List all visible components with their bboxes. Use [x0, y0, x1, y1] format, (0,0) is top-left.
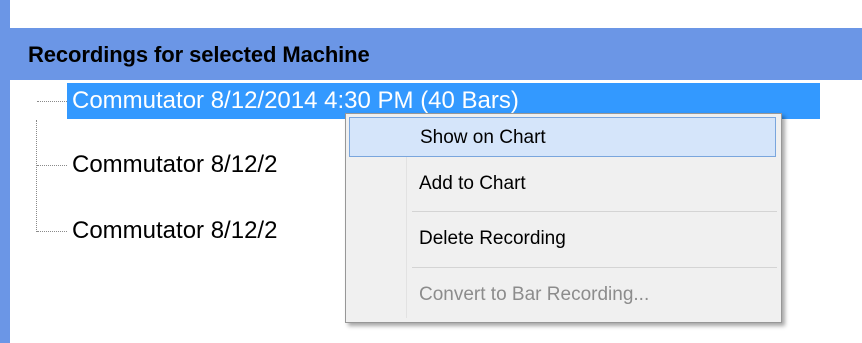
menu-separator	[412, 211, 777, 212]
top-strip	[0, 0, 862, 28]
panel-title: Recordings for selected Machine	[28, 42, 370, 67]
tree-item-recording-2[interactable]: Commutator 8/12/2	[67, 147, 282, 183]
context-menu: Show on Chart Add to Chart Delete Record…	[345, 113, 782, 323]
menu-item-label: Delete Recording	[419, 228, 566, 249]
panel-header: Recordings for selected Machine	[0, 28, 862, 80]
tree-connector	[37, 231, 67, 232]
menu-item-show-on-chart[interactable]: Show on Chart	[349, 117, 776, 157]
menu-item-label: Convert to Bar Recording...	[419, 284, 650, 305]
menu-item-add-to-chart[interactable]: Add to Chart	[349, 164, 776, 204]
tree-connector	[37, 165, 67, 166]
menu-item-label: Show on Chart	[420, 127, 546, 148]
menu-separator	[412, 267, 777, 268]
tree-connector-vertical	[36, 120, 37, 232]
tree-item-recording-3[interactable]: Commutator 8/12/2	[67, 213, 282, 249]
panel-left-edge	[0, 0, 10, 28]
tree-connector	[37, 101, 67, 102]
menu-item-label: Add to Chart	[419, 173, 526, 194]
menu-item-convert-to-bar-recording: Convert to Bar Recording...	[349, 275, 776, 315]
menu-item-delete-recording[interactable]: Delete Recording	[349, 219, 776, 259]
